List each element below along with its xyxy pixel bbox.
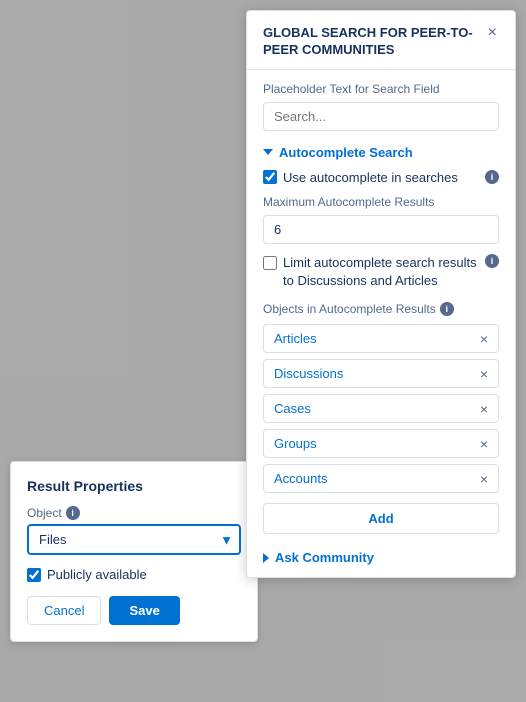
publicly-available-checkbox[interactable] bbox=[27, 568, 41, 582]
left-panel-title: Result Properties bbox=[27, 478, 241, 494]
tag-item: Cases × bbox=[263, 394, 499, 423]
collapse-icon bbox=[263, 149, 273, 155]
expand-icon bbox=[263, 553, 269, 563]
publicly-available-row: Publicly available bbox=[27, 567, 241, 582]
tag-label: Articles bbox=[274, 331, 317, 346]
tag-remove-button[interactable]: × bbox=[480, 437, 488, 451]
use-autocomplete-checkbox[interactable] bbox=[263, 170, 277, 184]
panel-title: GLOBAL SEARCH FOR PEER-TO-PEER COMMUNITI… bbox=[263, 25, 486, 59]
limit-row: Limit autocomplete search results to Dis… bbox=[263, 254, 499, 290]
tags-list: Articles × Discussions × Cases × Groups … bbox=[263, 324, 499, 493]
object-select[interactable]: Files Articles Discussions bbox=[27, 524, 241, 555]
tag-label: Groups bbox=[274, 436, 317, 451]
autocomplete-section-header[interactable]: Autocomplete Search bbox=[263, 145, 499, 160]
tag-remove-button[interactable]: × bbox=[480, 367, 488, 381]
autocomplete-section-title: Autocomplete Search bbox=[279, 145, 413, 160]
tag-remove-button[interactable]: × bbox=[480, 332, 488, 346]
use-autocomplete-row: Use autocomplete in searches i bbox=[263, 170, 499, 185]
ask-community-label: Ask Community bbox=[275, 550, 374, 565]
search-placeholder-label: Placeholder Text for Search Field bbox=[263, 82, 499, 96]
autocomplete-info-icon[interactable]: i bbox=[485, 170, 499, 184]
limit-label: Limit autocomplete search results to Dis… bbox=[283, 254, 479, 290]
limit-info-icon[interactable]: i bbox=[485, 254, 499, 268]
close-button[interactable]: × bbox=[486, 25, 499, 41]
tag-label: Accounts bbox=[274, 471, 327, 486]
tag-label: Discussions bbox=[274, 366, 343, 381]
object-select-wrapper: Files Articles Discussions ▼ bbox=[27, 524, 241, 555]
tag-remove-button[interactable]: × bbox=[480, 402, 488, 416]
max-results-input[interactable] bbox=[263, 215, 499, 244]
objects-label: Objects in Autocomplete Results i bbox=[263, 302, 499, 316]
limit-checkbox[interactable] bbox=[263, 256, 277, 270]
cancel-button[interactable]: Cancel bbox=[27, 596, 101, 625]
object-field-label: Object i bbox=[27, 506, 241, 520]
result-properties-panel: Result Properties Object i Files Article… bbox=[10, 461, 258, 642]
tag-label: Cases bbox=[274, 401, 311, 416]
search-input[interactable] bbox=[263, 102, 499, 131]
panel-body: Placeholder Text for Search Field Autoco… bbox=[247, 70, 515, 577]
tag-item: Groups × bbox=[263, 429, 499, 458]
tag-item: Accounts × bbox=[263, 464, 499, 493]
use-autocomplete-label: Use autocomplete in searches bbox=[283, 170, 479, 185]
action-buttons: Cancel Save bbox=[27, 596, 241, 625]
object-info-icon[interactable]: i bbox=[66, 506, 80, 520]
global-search-panel: GLOBAL SEARCH FOR PEER-TO-PEER COMMUNITI… bbox=[246, 10, 516, 578]
panel-header: GLOBAL SEARCH FOR PEER-TO-PEER COMMUNITI… bbox=[247, 11, 515, 70]
tag-item: Articles × bbox=[263, 324, 499, 353]
objects-info-icon[interactable]: i bbox=[440, 302, 454, 316]
save-button[interactable]: Save bbox=[109, 596, 179, 625]
max-results-label: Maximum Autocomplete Results bbox=[263, 195, 499, 209]
tag-remove-button[interactable]: × bbox=[480, 472, 488, 486]
publicly-available-label: Publicly available bbox=[47, 567, 147, 582]
add-button[interactable]: Add bbox=[263, 503, 499, 534]
tag-item: Discussions × bbox=[263, 359, 499, 388]
ask-community-section[interactable]: Ask Community bbox=[263, 546, 499, 565]
